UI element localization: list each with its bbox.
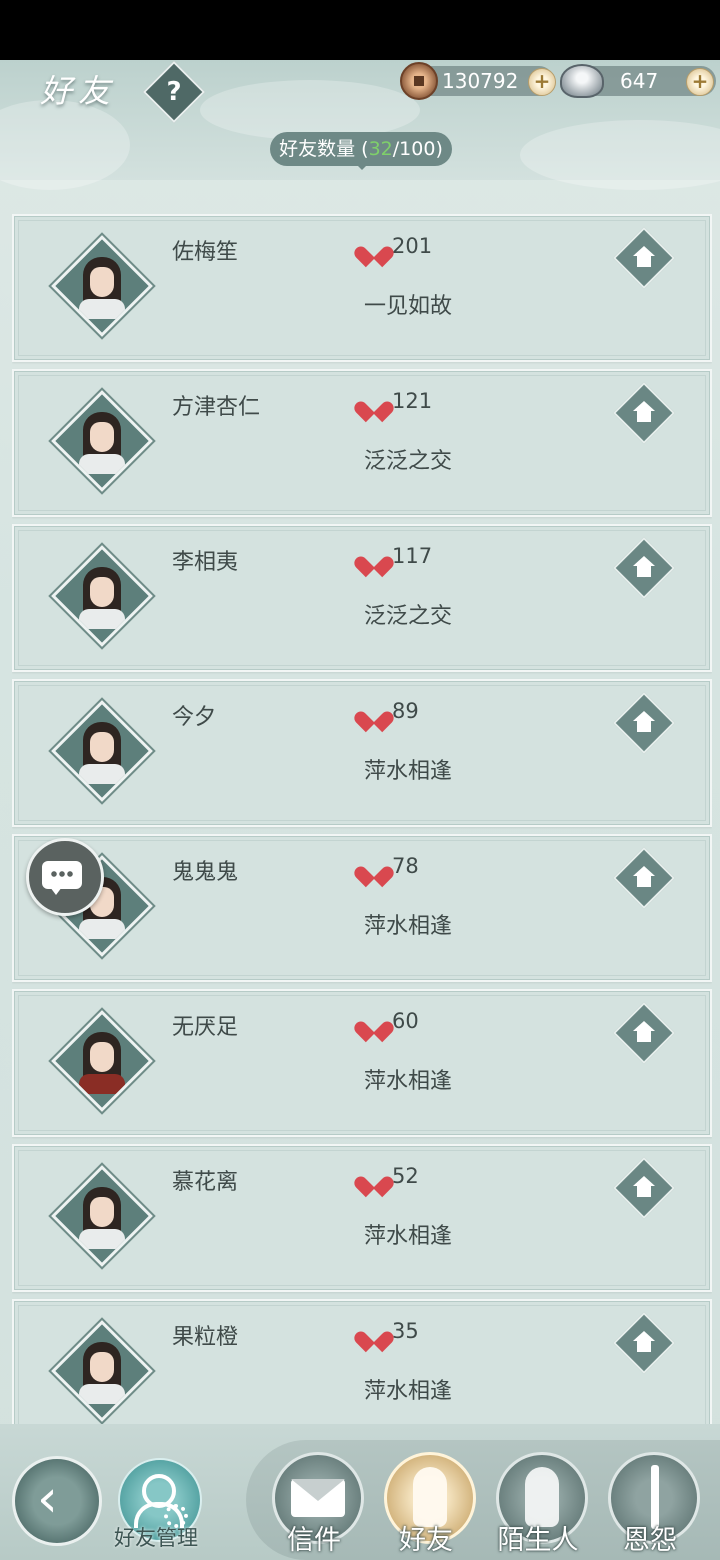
envelope-icon xyxy=(291,1479,345,1517)
friendship-score: 201 xyxy=(392,234,433,258)
tab-friends-label: 好友 xyxy=(399,1525,453,1556)
heart-icon xyxy=(362,238,386,260)
heart-icon xyxy=(362,1323,386,1345)
friend-management-label: 好友管理 xyxy=(114,1526,198,1550)
silver-amount: 647 xyxy=(620,69,659,93)
visit-home-button[interactable] xyxy=(612,691,676,755)
visit-home-button[interactable] xyxy=(612,381,676,445)
friend-avatar[interactable] xyxy=(51,1320,153,1422)
coin-amount: 130792 xyxy=(442,69,519,93)
friend-count-badge: 好友数量 (32/100) xyxy=(270,132,452,170)
friend-count-open: ( xyxy=(355,138,369,160)
home-icon xyxy=(632,1331,656,1355)
friend-count-label: 好友数量 xyxy=(279,138,356,160)
add-coins-button[interactable]: + xyxy=(528,68,556,96)
home-icon xyxy=(632,1176,656,1200)
floating-chat-button[interactable] xyxy=(26,838,104,916)
friendship-score: 89 xyxy=(392,699,419,723)
friend-name: 无厌足 xyxy=(172,1015,239,1040)
relation-level: 萍水相逢 xyxy=(364,1224,453,1249)
relation-level: 萍水相逢 xyxy=(364,914,453,939)
friend-name: 李相夷 xyxy=(172,550,239,575)
heart-icon xyxy=(362,393,386,415)
friend-name: 今夕 xyxy=(172,705,217,730)
friendship-score: 121 xyxy=(392,389,433,413)
friendship-score: 35 xyxy=(392,1319,419,1343)
back-button[interactable]: ‹ xyxy=(12,1456,102,1546)
friend-avatar[interactable] xyxy=(51,700,153,802)
friend-count-max: /100) xyxy=(392,138,443,160)
heart-icon xyxy=(362,1013,386,1035)
heart-icon xyxy=(362,703,386,725)
question-icon: ? xyxy=(166,77,182,107)
silver-ingot-icon xyxy=(560,64,604,98)
friend-name: 鬼鬼鬼 xyxy=(172,860,239,885)
friend-avatar[interactable] xyxy=(51,235,153,337)
friend-card[interactable]: 方津杏仁 121 泛泛之交 xyxy=(12,369,712,517)
visit-home-button[interactable] xyxy=(612,226,676,290)
home-icon xyxy=(632,1021,656,1045)
visit-home-button[interactable] xyxy=(612,1156,676,1220)
friend-card[interactable]: 慕花离 52 萍水相逢 xyxy=(12,1144,712,1292)
heart-icon xyxy=(362,548,386,570)
relation-level: 泛泛之交 xyxy=(364,449,453,474)
visit-home-button[interactable] xyxy=(612,536,676,600)
tab-grudges-label: 恩怨 xyxy=(623,1525,677,1556)
page-title: 好友 xyxy=(40,72,117,110)
friend-avatar[interactable] xyxy=(51,1165,153,1267)
tab-strangers-label: 陌生人 xyxy=(497,1525,579,1556)
relation-level: 泛泛之交 xyxy=(364,604,453,629)
add-silver-button[interactable]: + xyxy=(686,68,714,96)
friend-name: 方津杏仁 xyxy=(172,395,261,420)
back-arrow-icon: ‹ xyxy=(37,1469,58,1529)
heart-icon xyxy=(362,1168,386,1190)
friend-name: 慕花离 xyxy=(172,1170,239,1195)
chat-bubble-icon xyxy=(42,861,82,895)
friendship-score: 117 xyxy=(392,544,433,568)
heart-icon xyxy=(362,858,386,880)
friend-name: 果粒橙 xyxy=(172,1325,239,1350)
friend-count-current: 32 xyxy=(368,138,393,160)
friendship-score: 52 xyxy=(392,1164,419,1188)
home-icon xyxy=(632,866,656,890)
friend-avatar[interactable] xyxy=(51,1010,153,1112)
visit-home-button[interactable] xyxy=(612,846,676,910)
friend-card[interactable]: 佐梅笙 201 一见如故 xyxy=(12,214,712,362)
friendship-score: 60 xyxy=(392,1009,419,1033)
tab-mail-label: 信件 xyxy=(287,1525,341,1556)
visit-home-button[interactable] xyxy=(612,1001,676,1065)
status-bar xyxy=(0,0,720,60)
copper-coin-icon xyxy=(400,62,438,100)
visit-home-button[interactable] xyxy=(612,1311,676,1375)
friend-avatar[interactable] xyxy=(51,545,153,647)
home-icon xyxy=(632,556,656,580)
relation-level: 一见如故 xyxy=(364,294,453,319)
friend-card[interactable]: 今夕 89 萍水相逢 xyxy=(12,679,712,827)
relation-level: 萍水相逢 xyxy=(364,1069,453,1094)
relation-level: 萍水相逢 xyxy=(364,1379,453,1404)
home-icon xyxy=(632,711,656,735)
friend-card[interactable]: 果粒橙 35 萍水相逢 xyxy=(12,1299,712,1424)
home-icon xyxy=(632,246,656,270)
friend-name: 佐梅笙 xyxy=(172,240,239,265)
friend-card[interactable]: 李相夷 117 泛泛之交 xyxy=(12,524,712,672)
friend-avatar[interactable] xyxy=(51,390,153,492)
friend-list[interactable]: 佐梅笙 201 一见如故 方津杏仁 121 泛泛之交 李相夷 117 泛泛之交 … xyxy=(12,214,712,1424)
relation-level: 萍水相逢 xyxy=(364,759,453,784)
friend-card[interactable]: 无厌足 60 萍水相逢 xyxy=(12,989,712,1137)
friend-card[interactable]: 鬼鬼鬼 78 萍水相逢 xyxy=(12,834,712,982)
home-icon xyxy=(632,401,656,425)
friendship-score: 78 xyxy=(392,854,419,878)
